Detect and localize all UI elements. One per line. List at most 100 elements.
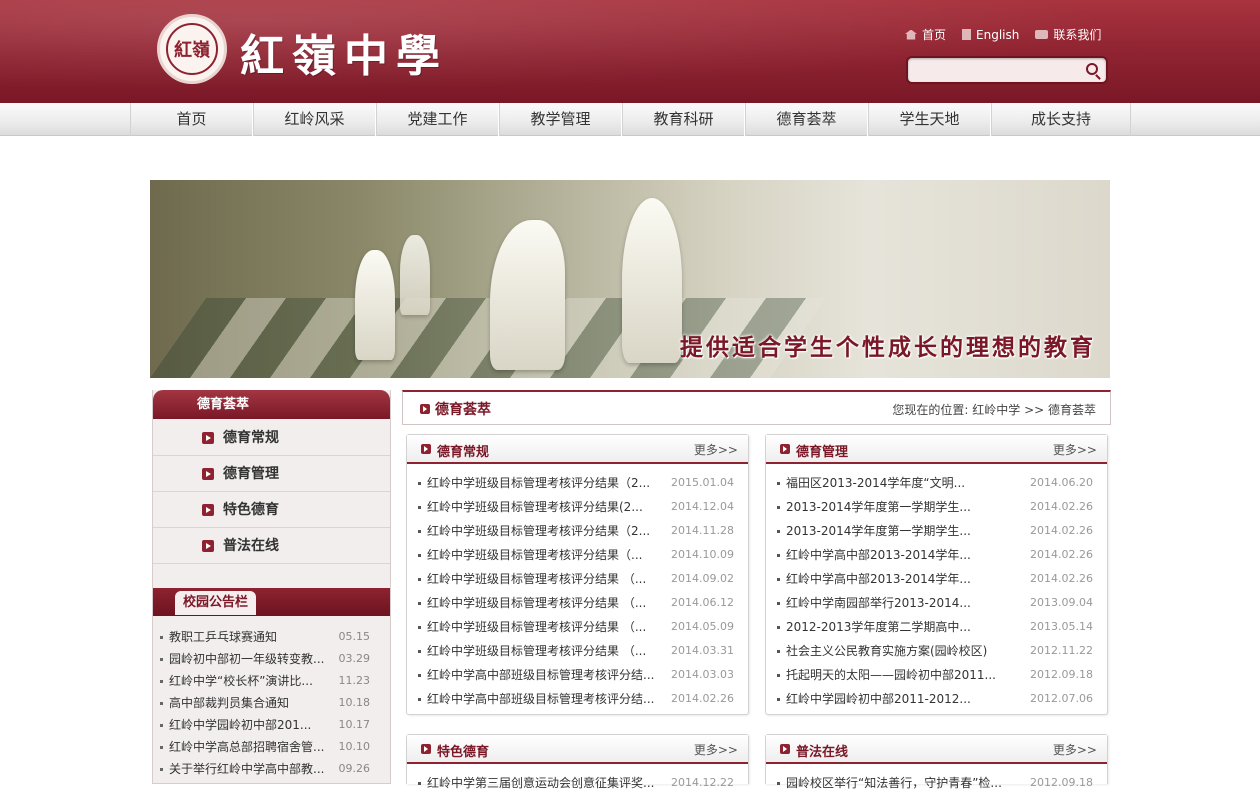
item-title: 红岭中学班级目标管理考核评分结果（... [427, 548, 643, 562]
sidebar-item-routine[interactable]: 德育常规 [153, 420, 390, 456]
article-list: 福田区2013-2014学年度“文明... 2014.06.20 2013-201… [766, 464, 1107, 714]
list-item[interactable]: 红岭中学班级目标管理考核评分结果（2... 2015.01.04 [407, 471, 748, 495]
arrow-right-icon [202, 468, 214, 480]
arrow-right-icon [421, 444, 431, 454]
more-link[interactable]: 更多>> [1053, 441, 1097, 458]
notice-item[interactable]: 红岭中学高总部招聘宿舍管... 10.10 [153, 736, 390, 758]
chess-pawn-graphic [400, 235, 430, 315]
chess-knight-graphic [490, 220, 565, 370]
notice-item[interactable]: 红岭中学“校长杯”演讲比... 11.23 [153, 670, 390, 692]
panel-header: 德育管理 更多>> [766, 435, 1107, 464]
list-item[interactable]: 红岭中学高中部班级目标管理考核评分结... 2014.02.26 [407, 687, 748, 711]
sidebar-item-label: 德育常规 [223, 430, 279, 446]
search-input[interactable] [914, 61, 1084, 79]
list-item[interactable]: 红岭中学第三届创意运动会创意征集评奖... 2014.12.22 [407, 771, 748, 795]
list-item[interactable]: 2013-2014学年度第一学期学生... 2014.02.26 [766, 519, 1107, 543]
list-item[interactable]: 红岭中学班级目标管理考核评分结果 （... 2014.03.31 [407, 639, 748, 663]
toplink-english[interactable]: English [962, 26, 1019, 43]
main-nav: 首页 红岭风采 党建工作 教学管理 教育科研 德育荟萃 学生天地 成长支持 [0, 103, 1260, 136]
nav-item-party-work[interactable]: 党建工作 [376, 103, 499, 136]
panel-title: 德育常规 [437, 445, 490, 460]
panel-header: 特色德育 更多>> [407, 735, 748, 764]
notice-item[interactable]: 红岭中学园岭初中部201... 10.17 [153, 714, 390, 736]
arrow-right-icon [421, 744, 431, 754]
banner-image: 提供适合学生个性成长的理想的教育 [150, 180, 1110, 378]
list-item[interactable]: 红岭中学班级目标管理考核评分结果(2... 2014.12.04 [407, 495, 748, 519]
nav-item-moral-education[interactable]: 德育荟萃 [745, 103, 868, 136]
nav-item-student-world[interactable]: 学生天地 [868, 103, 991, 136]
sidebar-item-featured[interactable]: 特色德育 [153, 492, 390, 528]
nav-item-teaching-management[interactable]: 教学管理 [499, 103, 622, 136]
chess-pawn-graphic [355, 250, 395, 360]
notice-date: 03.29 [338, 652, 371, 665]
list-item[interactable]: 社会主义公民教育实施方案(园岭校区) 2012.11.22 [766, 639, 1107, 663]
nav-item-hongling-style[interactable]: 红岭风采 [253, 103, 376, 136]
list-item[interactable]: 红岭中学班级目标管理考核评分结果 （... 2014.05.09 [407, 615, 748, 639]
item-date: 2014.12.22 [671, 776, 734, 789]
notice-date: 05.15 [338, 630, 371, 643]
notice-title: 园岭初中部初一年级转变教... [169, 652, 325, 666]
item-title: 2012-2013学年度第二学期高中... [786, 620, 971, 634]
list-item[interactable]: 红岭中学班级目标管理考核评分结果 （... 2014.06.12 [407, 591, 748, 615]
school-seal-logo[interactable]: 紅嶺 [157, 14, 227, 84]
notice-date: 09.26 [338, 762, 371, 775]
notice-item[interactable]: 关于举行红岭中学高中部教... 09.26 [153, 758, 390, 780]
arrow-right-icon [202, 432, 214, 444]
list-item[interactable]: 福田区2013-2014学年度“文明... 2014.06.20 [766, 471, 1107, 495]
item-date: 2014.03.31 [671, 644, 734, 657]
list-item[interactable]: 2012-2013学年度第二学期高中... 2013.05.14 [766, 615, 1107, 639]
more-link[interactable]: 更多>> [694, 741, 738, 758]
sidebar-item-law-online[interactable]: 普法在线 [153, 528, 390, 564]
document-icon [962, 29, 972, 40]
list-item[interactable]: 红岭中学南园部举行2013-2014... 2013.09.04 [766, 591, 1107, 615]
item-date: 2013.09.04 [1030, 596, 1093, 609]
item-title: 福田区2013-2014学年度“文明... [786, 476, 966, 490]
search-icon[interactable] [1086, 63, 1098, 75]
sidebar-menu: 德育常规 德育管理 特色德育 普法在线 [153, 419, 390, 564]
article-list: 红岭中学班级目标管理考核评分结果（2... 2015.01.04 红岭中学班级目标… [407, 464, 748, 714]
toplink-contact[interactable]: 联系我们 [1035, 26, 1101, 43]
arrow-right-icon [202, 504, 214, 516]
item-title: 红岭中学南园部举行2013-2014... [786, 596, 971, 610]
breadcrumb-path[interactable]: 您现在的位置: 红岭中学 >> 德育荟萃 [892, 401, 1096, 418]
panel-header: 普法在线 更多>> [766, 735, 1107, 764]
list-item[interactable]: 红岭中学班级目标管理考核评分结果（2... 2014.11.28 [407, 519, 748, 543]
list-item[interactable]: 2013-2014学年度第一学期学生... 2014.02.26 [766, 495, 1107, 519]
notice-title: 教职工乒乓球赛通知 [169, 630, 278, 644]
notice-title: 红岭中学“校长杯”演讲比... [169, 674, 313, 688]
sidebar-item-management[interactable]: 德育管理 [153, 456, 390, 492]
item-date: 2014.03.03 [671, 668, 734, 681]
item-title: 红岭中学班级目标管理考核评分结果（2... [427, 524, 651, 538]
seal-text: 紅嶺 [166, 23, 218, 75]
contact-icon [1035, 30, 1049, 39]
list-item[interactable]: 红岭中学高中部班级目标管理考核评分结... 2014.03.03 [407, 663, 748, 687]
item-date: 2014.02.26 [1030, 572, 1093, 585]
notice-item[interactable]: 高中部裁判员集合通知 10.18 [153, 692, 390, 714]
list-item[interactable]: 红岭中学高中部2013-2014学年... 2014.02.26 [766, 543, 1107, 567]
notice-board-title: 校园公告栏 [175, 591, 257, 615]
more-link[interactable]: 更多>> [1053, 741, 1097, 758]
breadcrumb: 德育荟萃 您现在的位置: 红岭中学 >> 德育荟萃 [402, 390, 1111, 425]
list-item[interactable]: 红岭中学班级目标管理考核评分结果（... 2014.10.09 [407, 543, 748, 567]
nav-item-home[interactable]: 首页 [130, 103, 253, 136]
list-item[interactable]: 托起明天的太阳——园岭初中部2011... 2012.09.18 [766, 663, 1107, 687]
list-item[interactable]: 园岭校区举行“知法善行，守护青春”检... 2012.09.18 [766, 771, 1107, 795]
sidebar-item-label: 普法在线 [223, 538, 279, 554]
notice-item[interactable]: 园岭初中部初一年级转变教... 03.29 [153, 648, 390, 670]
panel-title: 普法在线 [796, 745, 849, 760]
item-title: 红岭中学班级目标管理考核评分结果 （... [427, 596, 647, 610]
notice-date: 10.18 [338, 696, 371, 709]
notice-item[interactable]: 教职工乒乓球赛通知 05.15 [153, 626, 390, 648]
list-item[interactable]: 红岭中学高中部2013-2014学年... 2014.02.26 [766, 567, 1107, 591]
list-item[interactable]: 红岭中学园岭初中部2011-2012... 2012.07.06 [766, 687, 1107, 711]
school-name-logo[interactable]: 紅嶺中學 [240, 20, 448, 84]
more-link[interactable]: 更多>> [694, 441, 738, 458]
nav-item-growth-support[interactable]: 成长支持 [991, 103, 1131, 136]
notice-date: 10.10 [338, 740, 371, 753]
item-title: 红岭中学班级目标管理考核评分结果 （... [427, 572, 647, 586]
list-item[interactable]: 红岭中学班级目标管理考核评分结果 （... 2014.09.02 [407, 567, 748, 591]
nav-item-research[interactable]: 教育科研 [622, 103, 745, 136]
toplink-english-label: English [976, 27, 1020, 42]
toplink-home[interactable]: 首页 [905, 26, 946, 43]
item-title: 红岭中学第三届创意运动会创意征集评奖... [427, 776, 655, 790]
